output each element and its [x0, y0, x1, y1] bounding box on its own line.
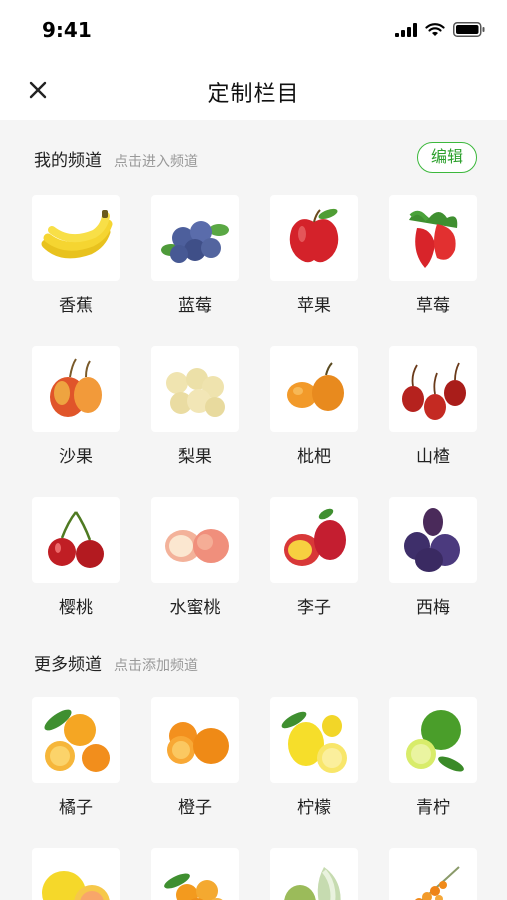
- channel-label: 苹果: [297, 296, 331, 316]
- banana-icon: [41, 210, 113, 259]
- channel-thumbnail: [389, 497, 477, 583]
- hawthorn-icon: [402, 362, 466, 420]
- channel-item[interactable]: 梨果: [151, 346, 239, 467]
- channel-thumbnail: [151, 848, 239, 900]
- strawberry-icon: [409, 210, 458, 268]
- channel-label: 蓝莓: [178, 296, 212, 316]
- more-channels-hint: 点击添加频道: [114, 658, 198, 674]
- chayote-icon: [284, 867, 341, 900]
- orange-icon: [167, 722, 229, 764]
- channel-item[interactable]: [32, 848, 120, 900]
- pear-icon: [166, 368, 225, 417]
- channel-item[interactable]: [389, 848, 477, 900]
- channel-item[interactable]: 青柠: [389, 697, 477, 818]
- channel-label: 青柠: [416, 798, 450, 818]
- channel-item[interactable]: [270, 848, 358, 900]
- more-channels-title: 更多频道: [34, 655, 102, 675]
- channel-thumbnail: [32, 346, 120, 432]
- channel-thumbnail: [389, 697, 477, 783]
- channel-item[interactable]: 李子: [270, 497, 358, 618]
- status-bar: 9:41: [0, 0, 507, 60]
- channel-label: 沙果: [59, 447, 93, 467]
- channel-thumbnail: [270, 346, 358, 432]
- lime-icon: [406, 710, 464, 772]
- channel-item[interactable]: 樱桃: [32, 497, 120, 618]
- channel-thumbnail: [270, 195, 358, 281]
- channel-item[interactable]: 枇杷: [270, 346, 358, 467]
- plum-icon: [284, 508, 346, 566]
- channel-thumbnail: [151, 497, 239, 583]
- wifi-icon: [425, 22, 445, 36]
- signal-icon: [395, 22, 417, 37]
- channel-thumbnail: [151, 195, 239, 281]
- channel-thumbnail: [32, 848, 120, 900]
- more-channels-header: 更多频道 点击添加频道: [34, 650, 198, 675]
- channel-thumbnail: [389, 848, 477, 900]
- channel-label: 香蕉: [59, 296, 93, 316]
- channel-item[interactable]: 橘子: [32, 697, 120, 818]
- channel-item[interactable]: 蓝莓: [151, 195, 239, 316]
- tangerine-icon: [44, 709, 110, 772]
- kumquat-icon: [164, 873, 223, 900]
- grapefruit-icon: [42, 871, 110, 900]
- channel-label: 橘子: [59, 798, 93, 818]
- channel-label: 樱桃: [59, 598, 93, 618]
- channel-item[interactable]: 橙子: [151, 697, 239, 818]
- peach-icon: [165, 529, 229, 563]
- channel-label: 山楂: [416, 447, 450, 467]
- channel-item[interactable]: [151, 848, 239, 900]
- channel-thumbnail: [389, 195, 477, 281]
- my-channels-hint: 点击进入频道: [114, 154, 198, 170]
- nav-bar: 定制栏目: [0, 60, 507, 120]
- channel-label: 柠檬: [297, 798, 331, 818]
- channel-label: 水蜜桃: [169, 598, 221, 618]
- channel-thumbnail: [151, 697, 239, 783]
- channel-item[interactable]: 水蜜桃: [151, 497, 239, 618]
- channel-thumbnail: [270, 497, 358, 583]
- channel-item[interactable]: 香蕉: [32, 195, 120, 316]
- channel-thumbnail: [270, 697, 358, 783]
- loquat-icon: [287, 362, 344, 411]
- channel-thumbnail: [270, 848, 358, 900]
- page-title: 定制栏目: [207, 82, 300, 107]
- edit-button[interactable]: 编辑: [417, 142, 477, 173]
- apple-icon: [289, 208, 339, 263]
- channel-thumbnail: [151, 346, 239, 432]
- channel-label: 枇杷: [297, 447, 331, 467]
- channel-thumbnail: [389, 346, 477, 432]
- status-icons: [395, 22, 485, 37]
- channel-thumbnail: [32, 195, 120, 281]
- channel-label: 西梅: [416, 598, 450, 618]
- status-time: 9:41: [42, 18, 92, 42]
- crabapple-icon: [50, 358, 102, 417]
- channel-label: 草莓: [416, 296, 450, 316]
- channel-item[interactable]: 沙果: [32, 346, 120, 467]
- channel-label: 梨果: [178, 447, 212, 467]
- channel-thumbnail: [32, 497, 120, 583]
- channel-thumbnail: [32, 697, 120, 783]
- battery-icon: [453, 22, 485, 37]
- channel-item[interactable]: 柠檬: [270, 697, 358, 818]
- channel-label: 橙子: [178, 798, 212, 818]
- prune-icon: [404, 508, 460, 572]
- sea-buckthorn-icon: [415, 866, 460, 900]
- lemon-icon: [281, 711, 347, 773]
- channel-label: 李子: [297, 598, 331, 618]
- cherry-icon: [48, 511, 104, 568]
- channel-item[interactable]: 草莓: [389, 195, 477, 316]
- my-channels-title: 我的频道: [34, 151, 102, 171]
- channel-item[interactable]: 山楂: [389, 346, 477, 467]
- my-channels-header: 我的频道 点击进入频道: [34, 146, 198, 171]
- blueberry-icon: [161, 221, 229, 263]
- channel-item[interactable]: 苹果: [270, 195, 358, 316]
- channel-item[interactable]: 西梅: [389, 497, 477, 618]
